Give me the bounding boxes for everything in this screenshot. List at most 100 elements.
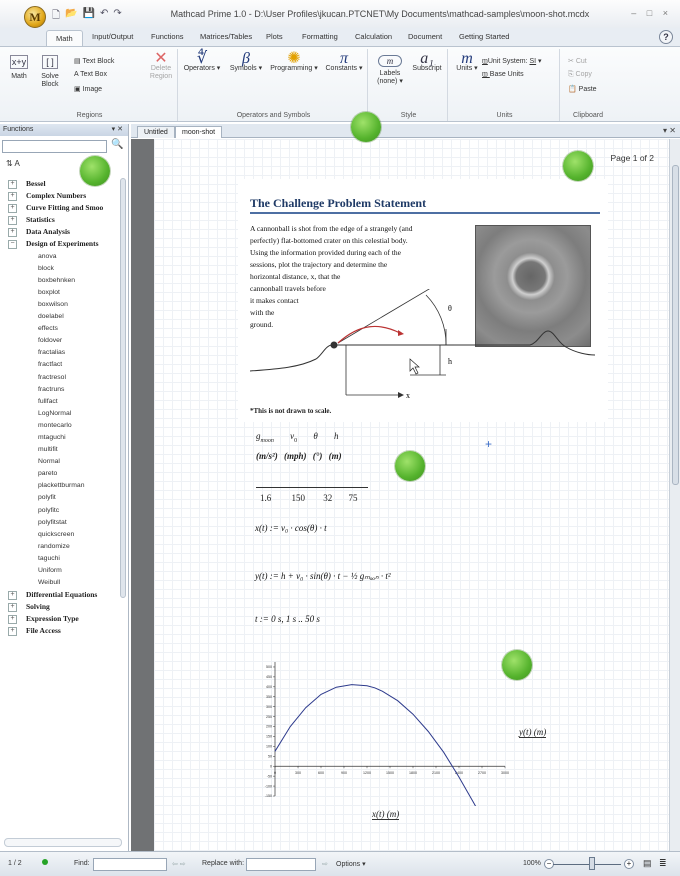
replace-go-icon[interactable]: ⇨ bbox=[322, 860, 328, 868]
symbols-button[interactable]: β Symbols ▾ bbox=[226, 51, 266, 73]
text-box-button[interactable]: A Text Box bbox=[74, 71, 107, 78]
equation-y[interactable]: y(t) := h + v₀ · sin(θ) · t − ½ gₘₒₒₙ · … bbox=[255, 571, 391, 582]
function-item[interactable]: fractfact bbox=[0, 359, 118, 371]
programming-button[interactable]: ✺ Programming ▾ bbox=[268, 51, 320, 73]
function-item[interactable]: polyfit bbox=[0, 492, 118, 504]
delete-region-button[interactable]: ✕ Delete Region bbox=[146, 51, 176, 81]
function-item[interactable]: Normal bbox=[0, 456, 118, 468]
function-item[interactable]: fullfact bbox=[0, 396, 118, 408]
equation-range[interactable]: t := 0 s, 1 s .. 50 s bbox=[255, 614, 320, 624]
function-category[interactable]: Statistics bbox=[0, 214, 118, 226]
search-icon[interactable]: 🔍 bbox=[111, 139, 123, 150]
function-item[interactable]: effects bbox=[0, 323, 118, 335]
tab-input-output[interactable]: Input/Output bbox=[92, 32, 133, 41]
equation-x[interactable]: x(t) := v₀ · cos(θ) · t bbox=[255, 523, 327, 533]
function-category[interactable]: Data Analysis bbox=[0, 226, 118, 238]
function-item[interactable]: anova bbox=[0, 251, 118, 263]
app-logo[interactable]: M bbox=[24, 6, 46, 28]
function-item[interactable]: plackettburman bbox=[0, 480, 118, 492]
function-item[interactable]: polyfitstat bbox=[0, 517, 118, 529]
options-dropdown[interactable]: Options ▾ bbox=[336, 860, 366, 868]
close-doc-icon[interactable]: ▾ ✕ bbox=[663, 126, 676, 135]
worksheet-scroll-thumb[interactable] bbox=[672, 165, 679, 485]
text-block-button[interactable]: ▤ Text Block bbox=[74, 57, 114, 65]
base-units-button[interactable]: m̲ Base Units bbox=[482, 71, 524, 78]
function-item[interactable]: fractalias bbox=[0, 347, 118, 359]
doc-tab-untitled[interactable]: Untitled bbox=[137, 126, 175, 138]
function-item[interactable]: randomize bbox=[0, 541, 118, 553]
tab-document[interactable]: Document bbox=[408, 32, 442, 41]
tab-matrices-tables[interactable]: Matrices/Tables bbox=[200, 32, 252, 41]
sidebar-scrollbar[interactable] bbox=[119, 178, 127, 828]
copy-button[interactable]: ⎘ Copy bbox=[568, 71, 592, 79]
doc-tab-moon-shot[interactable]: moon-shot bbox=[175, 126, 223, 138]
function-item[interactable]: mtaguchi bbox=[0, 432, 118, 444]
zoom-in-button[interactable]: + bbox=[624, 859, 634, 869]
function-item[interactable]: LogNormal bbox=[0, 408, 118, 420]
find-input[interactable] bbox=[93, 858, 167, 871]
function-category[interactable]: Solving bbox=[0, 601, 118, 613]
new-file-icon[interactable]: 🗋 bbox=[52, 8, 60, 25]
worksheet-scrollbar[interactable] bbox=[669, 139, 680, 851]
function-item[interactable]: quickscreen bbox=[0, 529, 118, 541]
function-item[interactable]: block bbox=[0, 263, 118, 275]
solve-block-button[interactable]: [ ] Solve Block bbox=[36, 55, 64, 89]
units-button[interactable]: m Units ▾ bbox=[454, 51, 480, 73]
undo-icon[interactable]: ↶ bbox=[100, 8, 108, 25]
function-category[interactable]: Design of Experiments bbox=[0, 238, 118, 250]
subscript-button[interactable]: a₁ Subscript bbox=[410, 51, 444, 73]
cut-button[interactable]: ✂ Cut bbox=[568, 57, 587, 65]
function-item[interactable]: polyfitc bbox=[0, 505, 118, 517]
function-item[interactable]: fractruns bbox=[0, 384, 118, 396]
function-item[interactable]: boxbehnken bbox=[0, 275, 118, 287]
function-item[interactable]: pareto bbox=[0, 468, 118, 480]
save-icon[interactable]: 💾 bbox=[83, 8, 95, 25]
constants-button[interactable]: π Constants ▾ bbox=[322, 51, 366, 73]
help-button[interactable]: ? bbox=[659, 30, 673, 44]
tab-formatting[interactable]: Formatting bbox=[302, 32, 338, 41]
function-category[interactable]: Differential Equations bbox=[0, 589, 118, 601]
zoom-slider[interactable] bbox=[553, 864, 621, 865]
open-folder-icon[interactable]: 📂 bbox=[65, 8, 77, 25]
function-category[interactable]: Complex Numbers bbox=[0, 190, 118, 202]
unit-system-dropdown[interactable]: m̲Unit System: SI ▾ bbox=[482, 57, 542, 65]
tab-plots[interactable]: Plots bbox=[266, 32, 283, 41]
function-item[interactable]: Uniform bbox=[0, 565, 118, 577]
function-item[interactable]: doelabel bbox=[0, 311, 118, 323]
trajectory-plot[interactable]: 0 300 600 900 1200 1500 1800 2100 2400 2700 3000-1… bbox=[255, 656, 515, 806]
window-controls[interactable]: – □ × bbox=[631, 8, 672, 18]
replace-input[interactable] bbox=[246, 858, 316, 871]
function-item[interactable]: fractresol bbox=[0, 372, 118, 384]
labels-button[interactable]: m Labels (none) ▾ bbox=[374, 55, 406, 86]
function-item[interactable]: foldover bbox=[0, 335, 118, 347]
operators-button[interactable]: ∜ Operators ▾ bbox=[180, 51, 224, 73]
paste-button[interactable]: 📋 Paste bbox=[568, 85, 597, 93]
function-category[interactable]: File Access bbox=[0, 625, 118, 637]
function-item[interactable]: taguchi bbox=[0, 553, 118, 565]
function-item[interactable]: Weibull bbox=[0, 577, 118, 589]
image-button[interactable]: ▣ Image bbox=[74, 85, 102, 93]
group-clipboard: ✂ Cut ⎘ Copy 📋 Paste Clipboard bbox=[562, 49, 614, 121]
tab-getting-started[interactable]: Getting Started bbox=[459, 32, 509, 41]
worksheet-page[interactable]: Page 1 of 2 The Challenge Problem Statem… bbox=[154, 139, 672, 851]
tab-functions[interactable]: Functions bbox=[151, 32, 184, 41]
math-region-button[interactable]: x+y Math bbox=[6, 55, 32, 81]
tab-calculation[interactable]: Calculation bbox=[355, 32, 392, 41]
function-category[interactable]: Expression Type bbox=[0, 613, 118, 625]
function-item[interactable]: montecarlo bbox=[0, 420, 118, 432]
function-item[interactable]: boxwilson bbox=[0, 299, 118, 311]
zoom-slider-thumb[interactable] bbox=[589, 857, 595, 870]
function-item[interactable]: multifit bbox=[0, 444, 118, 456]
function-category[interactable]: Curve Fitting and Smoo bbox=[0, 202, 118, 214]
find-prev-next-icon[interactable]: ⇦ ⇨ bbox=[172, 860, 186, 868]
function-item[interactable]: boxplot bbox=[0, 287, 118, 299]
page-view-icon[interactable]: ▤ bbox=[643, 858, 652, 869]
tab-math[interactable]: Math bbox=[46, 30, 83, 46]
sidebar-scroll-thumb[interactable] bbox=[120, 178, 126, 598]
draft-view-icon[interactable]: ≣ bbox=[659, 858, 667, 869]
panel-pin-close-icon[interactable]: ▾ ✕ bbox=[112, 124, 123, 136]
sort-alphabetical-icon[interactable]: ⇅ A bbox=[6, 159, 20, 168]
sidebar-horizontal-scrollbar[interactable] bbox=[4, 838, 122, 847]
function-search-input[interactable] bbox=[2, 140, 107, 153]
redo-icon[interactable]: ↷ bbox=[113, 8, 121, 25]
